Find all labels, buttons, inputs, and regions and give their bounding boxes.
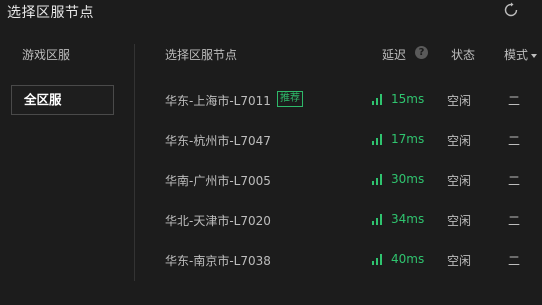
signal-bar <box>380 214 382 225</box>
title-bar: 选择区服节点 <box>0 0 542 24</box>
sidebar-header: 游戏区服 <box>22 48 71 62</box>
header-mode-label: 模式 <box>504 48 529 62</box>
node-row[interactable]: 华东-杭州市-L7047 17ms 空闲 二 <box>135 121 542 161</box>
recommended-badge: 推荐 <box>277 91 303 107</box>
mode-value: 二 <box>508 94 521 108</box>
refresh-icon[interactable] <box>503 2 519 18</box>
window-title: 选择区服节点 <box>7 5 94 21</box>
node-name: 华东-南京市-L7038 <box>165 254 271 268</box>
signal-bars-icon <box>372 174 384 185</box>
header-status: 状态 <box>451 48 476 62</box>
latency-value: 34ms <box>391 212 425 226</box>
signal-bar <box>380 94 382 105</box>
mode-value: 二 <box>508 174 521 188</box>
region-sidebar: 游戏区服 全区服 <box>0 24 134 305</box>
signal-bar <box>372 221 374 225</box>
status-value: 空闲 <box>447 94 472 108</box>
signal-bar <box>376 258 378 265</box>
node-row[interactable]: 华东-上海市-L7011 推荐 15ms 空闲 二 <box>135 81 542 121</box>
node-row[interactable]: 华北-天津市-L7020 34ms 空闲 二 <box>135 201 542 241</box>
signal-bar <box>380 254 382 265</box>
region-item-all[interactable]: 全区服 <box>11 85 114 115</box>
signal-bar <box>372 181 374 185</box>
table-header: 选择区服节点 延迟 ? 状态 模式 <box>135 44 542 66</box>
caret-down-icon <box>531 53 538 58</box>
mode-value: 二 <box>508 254 521 268</box>
latency-value: 40ms <box>391 252 425 266</box>
help-icon[interactable]: ? <box>415 46 428 59</box>
header-mode[interactable]: 模式 <box>504 46 538 63</box>
latency-value: 30ms <box>391 172 425 186</box>
header-latency[interactable]: 延迟 <box>382 46 406 63</box>
latency-value: 15ms <box>391 92 425 106</box>
mode-value: 二 <box>508 134 521 148</box>
status-value: 空闲 <box>447 174 472 188</box>
latency-value: 17ms <box>391 132 425 146</box>
signal-bar <box>372 141 374 145</box>
node-name: 华东-上海市-L7011 <box>165 94 271 108</box>
signal-bar <box>372 101 374 105</box>
node-name: 华北-天津市-L7020 <box>165 214 271 228</box>
header-node: 选择区服节点 <box>165 48 238 62</box>
mode-value: 二 <box>508 214 521 228</box>
signal-bar <box>380 174 382 185</box>
node-row[interactable]: 华东-南京市-L7038 40ms 空闲 二 <box>135 241 542 281</box>
signal-bars-icon <box>372 254 384 265</box>
signal-bar <box>376 98 378 105</box>
signal-bars-icon <box>372 214 384 225</box>
status-value: 空闲 <box>447 254 472 268</box>
status-value: 空闲 <box>447 134 472 148</box>
signal-bars-icon <box>372 134 384 145</box>
signal-bars-icon <box>372 94 384 105</box>
signal-bar <box>380 134 382 145</box>
node-row[interactable]: 华南-广州市-L7005 30ms 空闲 二 <box>135 161 542 201</box>
signal-bar <box>376 178 378 185</box>
signal-bar <box>372 261 374 265</box>
node-name: 华南-广州市-L7005 <box>165 174 271 188</box>
signal-bar <box>376 218 378 225</box>
node-name: 华东-杭州市-L7047 <box>165 134 271 148</box>
status-value: 空闲 <box>447 214 472 228</box>
signal-bar <box>376 138 378 145</box>
